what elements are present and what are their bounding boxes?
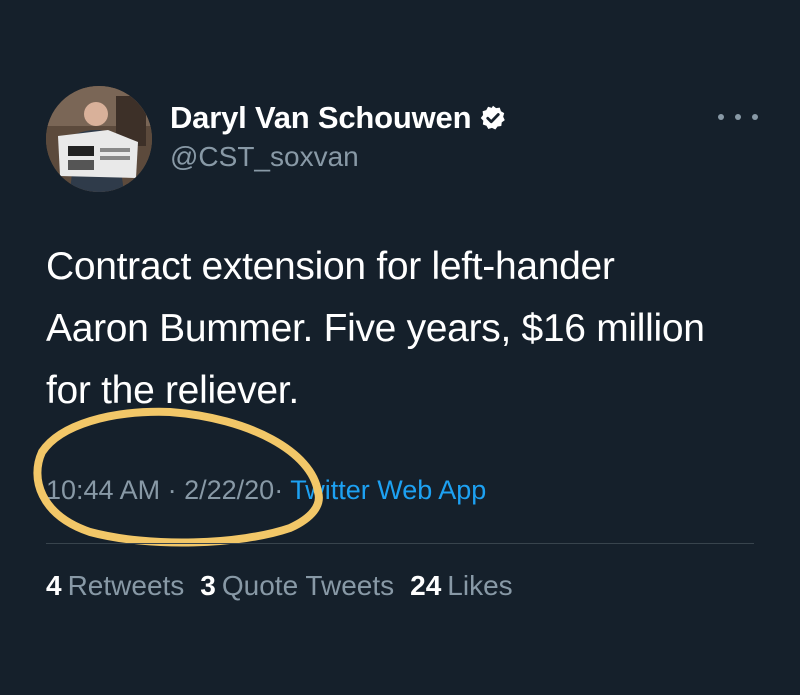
tweet-metadata: 10:44 AM · 2/22/20· Twitter Web App — [46, 475, 486, 506]
more-dot — [735, 114, 741, 120]
likes-stat[interactable]: 24 Likes — [410, 570, 513, 602]
tweet-time[interactable]: 10:44 AM — [46, 475, 160, 505]
quote-tweets-count: 3 — [200, 570, 216, 601]
more-dot — [752, 114, 758, 120]
retweets-stat[interactable]: 4 Retweets — [46, 570, 184, 602]
verified-badge-icon — [479, 104, 507, 132]
quote-tweets-stat[interactable]: 3 Quote Tweets — [200, 570, 394, 602]
tweet-text: Contract extension for left-hander Aaron… — [46, 236, 766, 422]
quote-tweets-label: Quote Tweets — [221, 570, 395, 601]
more-options-icon[interactable] — [718, 104, 758, 130]
meta-separator: · — [274, 475, 284, 505]
tweet-source-link[interactable]: Twitter Web App — [290, 475, 486, 505]
tweet-text-line: Contract extension for left-hander — [46, 245, 615, 288]
likes-label: Likes — [447, 570, 513, 601]
more-dot — [718, 114, 724, 120]
likes-count: 24 — [410, 570, 442, 601]
author-display-name[interactable]: Daryl Van Schouwen — [170, 100, 472, 136]
author-name-row[interactable]: Daryl Van Schouwen — [170, 98, 507, 138]
meta-separator: · — [167, 475, 177, 505]
tweet-stats: 4 Retweets 3 Quote Tweets 24 Likes — [46, 570, 513, 602]
tweet-text-line: Aaron Bummer. Five years, $16 million — [46, 307, 705, 350]
retweets-label: Retweets — [67, 570, 185, 601]
tweet-date[interactable]: 2/22/20 — [184, 475, 274, 505]
tweet-detail: Daryl Van Schouwen @CST_soxvan Contract … — [0, 0, 800, 695]
avatar[interactable] — [46, 86, 152, 192]
retweets-count: 4 — [46, 570, 62, 601]
divider — [46, 543, 754, 544]
author-handle[interactable]: @CST_soxvan — [170, 141, 359, 173]
tweet-text-line: for the reliever. — [46, 369, 299, 412]
